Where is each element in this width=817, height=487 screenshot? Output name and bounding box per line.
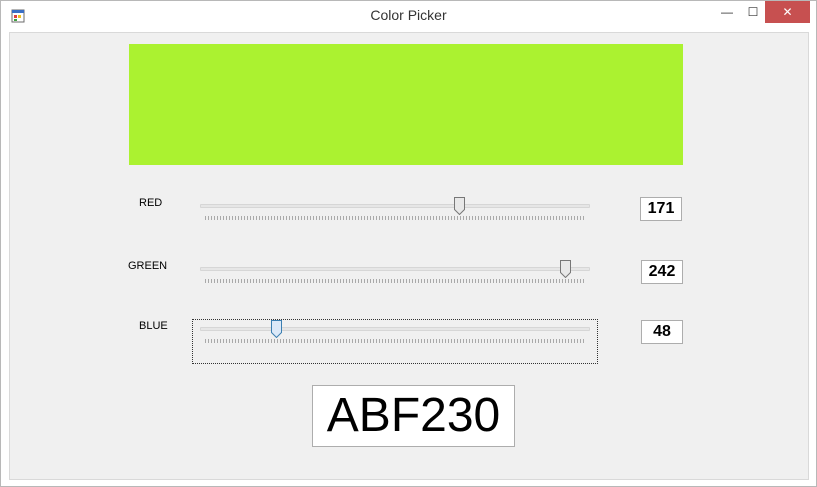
maximize-icon: ☐ bbox=[747, 5, 759, 19]
red-slider[interactable] bbox=[200, 197, 590, 234]
blue-value-box[interactable]: 48 bbox=[641, 320, 683, 344]
color-preview-swatch bbox=[129, 44, 683, 165]
red-label: RED bbox=[139, 197, 163, 209]
minimize-button[interactable]: — bbox=[715, 1, 739, 23]
red-slider-ticks bbox=[205, 216, 585, 220]
maximize-button[interactable]: ☐ bbox=[741, 1, 765, 23]
green-slider-track[interactable] bbox=[200, 267, 590, 271]
green-slider[interactable] bbox=[200, 260, 590, 297]
red-slider-thumb[interactable] bbox=[454, 197, 466, 215]
blue-label: BLUE bbox=[139, 320, 168, 332]
color-picker-window: Color Picker — ☐ ✕ RED 171 GREEN 242 BLU… bbox=[0, 0, 817, 487]
title-bar[interactable]: Color Picker — ☐ ✕ bbox=[1, 1, 816, 31]
blue-slider-thumb[interactable] bbox=[271, 320, 283, 338]
window-title: Color Picker bbox=[370, 7, 447, 23]
close-icon: ✕ bbox=[782, 5, 793, 19]
blue-slider-track[interactable] bbox=[200, 327, 590, 331]
green-slider-thumb[interactable] bbox=[560, 260, 572, 278]
close-button[interactable]: ✕ bbox=[765, 1, 810, 23]
minimize-icon: — bbox=[721, 5, 733, 19]
green-label: GREEN bbox=[128, 260, 168, 272]
blue-slider-ticks bbox=[205, 339, 585, 343]
green-slider-ticks bbox=[205, 279, 585, 283]
blue-slider[interactable] bbox=[200, 320, 590, 357]
red-value-box[interactable]: 171 bbox=[640, 197, 682, 221]
hex-value-box[interactable]: ABF230 bbox=[312, 385, 515, 447]
red-slider-track[interactable] bbox=[200, 204, 590, 208]
green-value-box[interactable]: 242 bbox=[641, 260, 683, 284]
